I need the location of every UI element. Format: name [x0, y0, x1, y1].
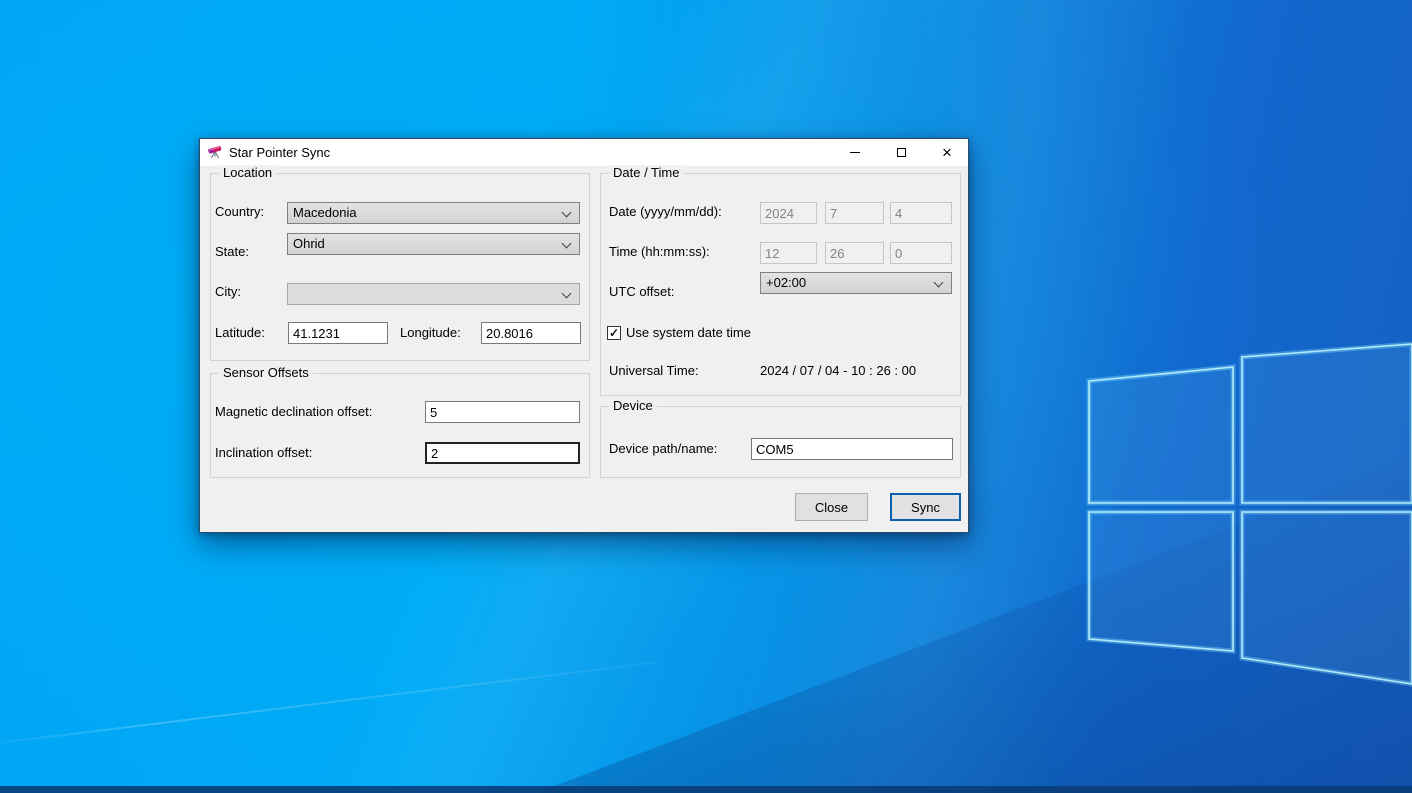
city-dropdown	[287, 283, 580, 305]
utc-offset-dropdown[interactable]: +02:00	[760, 272, 952, 294]
date-month-input	[825, 202, 884, 224]
sync-button-label: Sync	[911, 500, 940, 515]
city-label: City:	[215, 284, 241, 300]
close-window-button[interactable]: ×	[924, 139, 970, 166]
country-label: Country:	[215, 204, 264, 220]
maximize-icon	[897, 148, 906, 157]
device-group-title: Device	[609, 398, 657, 413]
longitude-label: Longitude:	[400, 325, 461, 341]
magnetic-declination-input[interactable]	[425, 401, 580, 423]
date-time-group-title: Date / Time	[609, 165, 683, 180]
telescope-icon	[207, 144, 223, 160]
chevron-down-icon	[934, 278, 944, 288]
utc-offset-value: +02:00	[766, 275, 806, 290]
latitude-label: Latitude:	[215, 325, 265, 341]
inclination-offset-input[interactable]	[425, 442, 580, 464]
device-path-input[interactable]	[751, 438, 953, 460]
state-value: Ohrid	[293, 236, 325, 251]
use-system-datetime-label: Use system date time	[626, 325, 751, 341]
date-year-input	[760, 202, 817, 224]
wallpaper-bottom-strip	[0, 786, 1412, 793]
country-value: Macedonia	[293, 205, 357, 220]
time-minute-input	[825, 242, 884, 264]
minimize-icon	[850, 152, 860, 153]
close-icon: ×	[942, 144, 952, 161]
titlebar: Star Pointer Sync ×	[200, 139, 968, 166]
windows-logo-icon	[1075, 335, 1412, 695]
country-dropdown[interactable]: Macedonia	[287, 202, 580, 224]
chevron-down-icon	[562, 289, 572, 299]
minimize-button[interactable]	[832, 139, 878, 166]
longitude-input[interactable]	[481, 322, 581, 344]
state-dropdown[interactable]: Ohrid	[287, 233, 580, 255]
close-button-label: Close	[815, 500, 848, 515]
latitude-input[interactable]	[288, 322, 388, 344]
state-label: State:	[215, 244, 249, 260]
time-label: Time (hh:mm:ss):	[609, 244, 710, 260]
date-day-input	[890, 202, 952, 224]
universal-time-value: 2024 / 07 / 04 - 10 : 26 : 00	[760, 363, 916, 378]
utc-offset-label: UTC offset:	[609, 284, 675, 300]
magnetic-declination-label: Magnetic declination offset:	[215, 404, 372, 420]
sensor-offsets-group-title: Sensor Offsets	[219, 365, 313, 380]
sync-button[interactable]: Sync	[890, 493, 961, 521]
checkmark-icon: ✓	[609, 327, 619, 339]
chevron-down-icon	[562, 208, 572, 218]
date-label: Date (yyyy/mm/dd):	[609, 204, 722, 220]
star-pointer-sync-window: Star Pointer Sync × Location Country: Ma…	[199, 138, 969, 533]
use-system-datetime-checkbox[interactable]: ✓	[607, 326, 621, 340]
window-title: Star Pointer Sync	[229, 145, 330, 160]
chevron-down-icon	[562, 239, 572, 249]
maximize-button[interactable]	[878, 139, 924, 166]
location-group-title: Location	[219, 165, 276, 180]
inclination-offset-label: Inclination offset:	[215, 445, 312, 461]
close-button[interactable]: Close	[795, 493, 868, 521]
time-second-input	[890, 242, 952, 264]
device-path-label: Device path/name:	[609, 441, 717, 457]
time-hour-input	[760, 242, 817, 264]
universal-time-label: Universal Time:	[609, 363, 699, 379]
